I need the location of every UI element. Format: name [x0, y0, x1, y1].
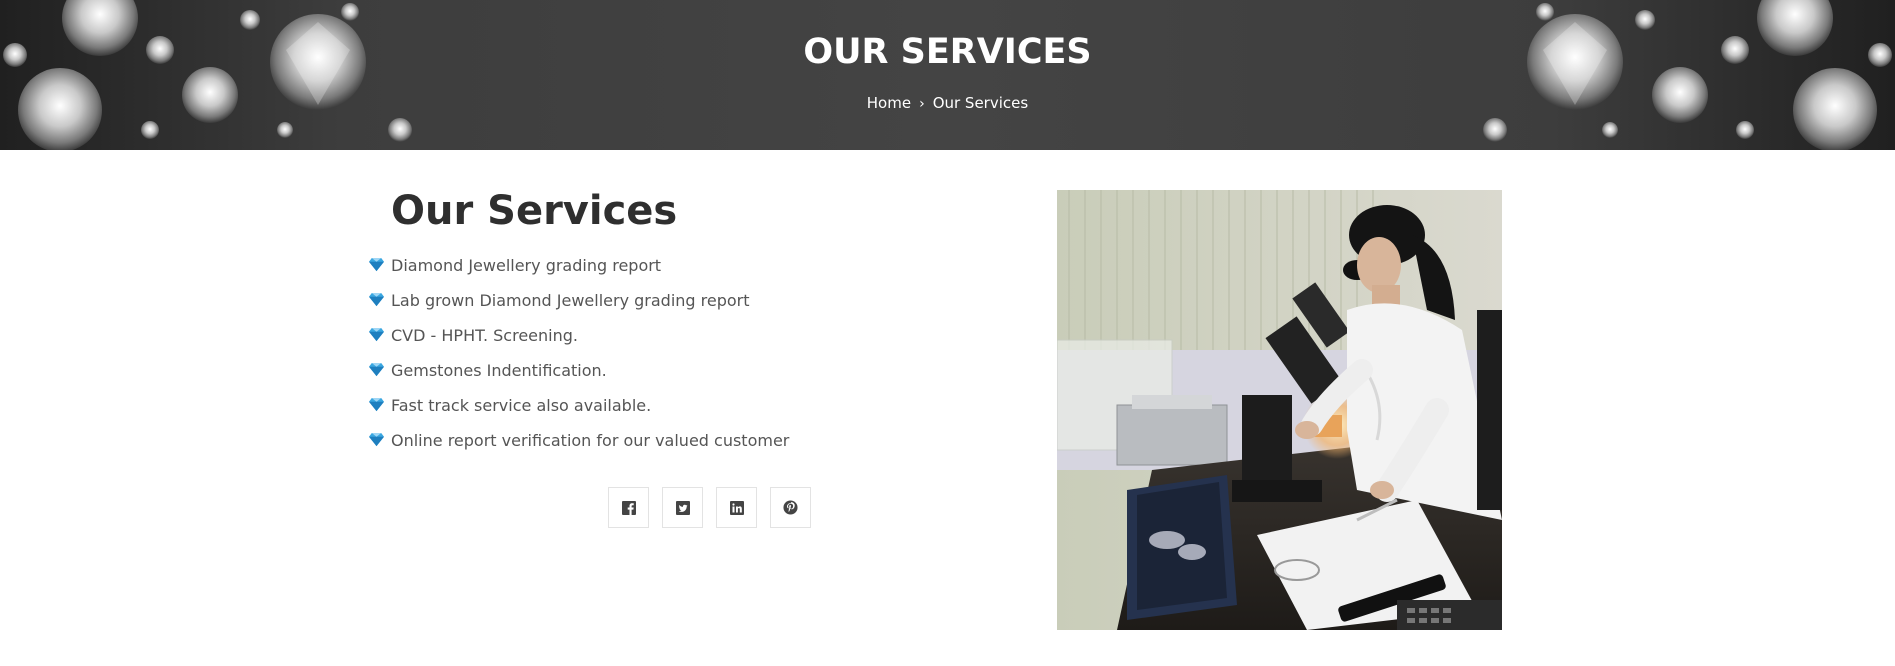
diamond-bullet-icon: [369, 327, 384, 342]
linkedin-icon: [729, 500, 744, 515]
service-label: Gemstones Indentification.: [391, 361, 607, 380]
hero-banner: OUR SERVICES Home › Our Services: [0, 0, 1895, 150]
breadcrumb-chevron-icon: ›: [919, 96, 925, 112]
list-item: Diamond Jewellery grading report: [369, 254, 789, 289]
service-label: Online report verification for our value…: [391, 431, 790, 450]
social-share-bar: [608, 487, 811, 528]
diamond-bullet-icon: [369, 362, 384, 377]
service-label: Lab grown Diamond Jewellery grading repo…: [391, 291, 750, 310]
list-item: CVD - HPHT. Screening.: [369, 324, 789, 359]
breadcrumb: Home › Our Services: [0, 93, 1895, 114]
list-item: Online report verification for our value…: [369, 429, 789, 464]
linkedin-button[interactable]: [716, 487, 757, 528]
list-item: Lab grown Diamond Jewellery grading repo…: [369, 289, 789, 324]
facebook-icon: [621, 500, 636, 515]
list-item: Gemstones Indentification.: [369, 359, 789, 394]
twitter-button[interactable]: [662, 487, 703, 528]
service-label: Diamond Jewellery grading report: [391, 256, 662, 275]
facebook-button[interactable]: [608, 487, 649, 528]
breadcrumb-home-link[interactable]: Home: [867, 94, 911, 112]
breadcrumb-current: Our Services: [932, 94, 1029, 112]
diamond-bullet-icon: [369, 292, 384, 307]
twitter-icon: [675, 500, 690, 515]
diamond-bullet-icon: [369, 432, 384, 447]
services-list: Diamond Jewellery grading report Lab gro…: [369, 254, 789, 464]
diamond-decoration-left: [3, 0, 412, 150]
diamond-bullet-icon: [369, 397, 384, 412]
pinterest-button[interactable]: [770, 487, 811, 528]
hero-title: OUR SERVICES: [803, 32, 1092, 72]
service-label: Fast track service also available.: [391, 396, 652, 415]
lab-technician-photo: [1057, 190, 1502, 630]
list-item: Fast track service also available.: [369, 394, 789, 429]
pinterest-icon: [783, 500, 798, 515]
service-label: CVD - HPHT. Screening.: [391, 326, 578, 345]
microscope-scene-illustration: [1057, 190, 1502, 630]
diamond-bullet-icon: [369, 257, 384, 272]
diamond-decoration-right: [1483, 0, 1892, 150]
services-title: Our Services: [391, 188, 678, 234]
